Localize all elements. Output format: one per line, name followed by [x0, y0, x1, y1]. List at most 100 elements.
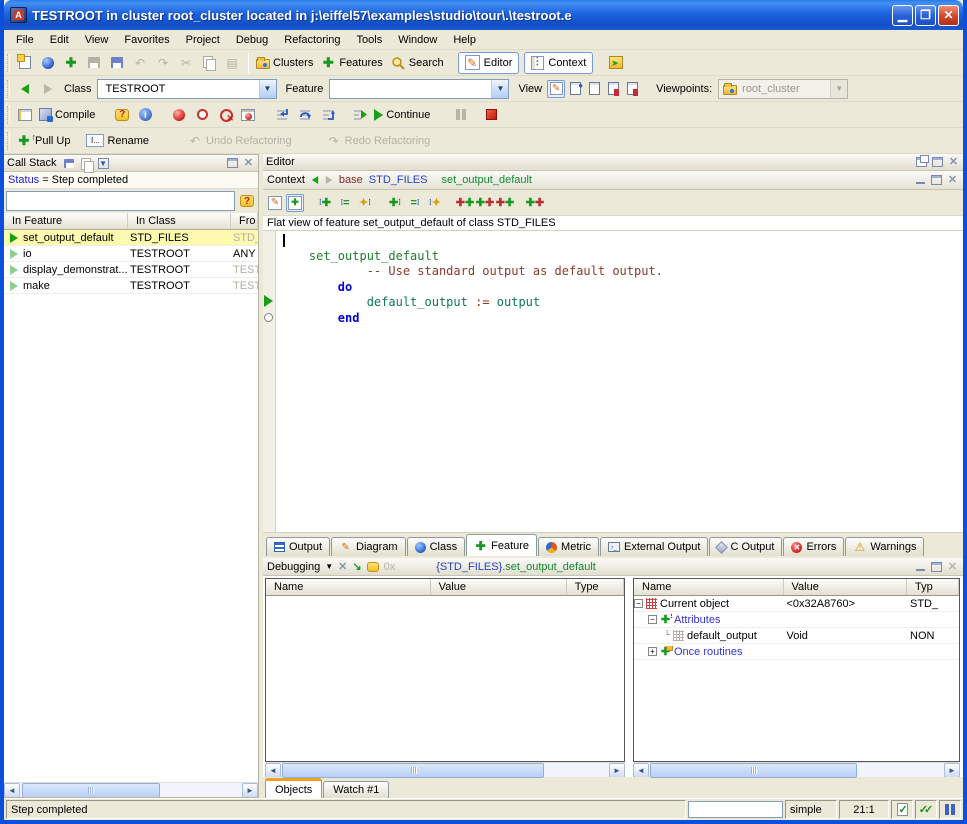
- add-feature-button[interactable]: ✚⁞: [386, 194, 404, 212]
- status-check-button[interactable]: [891, 800, 913, 819]
- code-area[interactable]: set_output_default -- Use standard outpu…: [263, 231, 963, 533]
- code-line[interactable]: -- Use standard output as default output…: [280, 264, 963, 280]
- undo-refactoring-button[interactable]: ↶ Undo Refactoring: [185, 130, 296, 152]
- menu-help[interactable]: Help: [445, 32, 484, 48]
- editor-toggle-button[interactable]: ✎ Editor: [458, 52, 520, 74]
- editor-close-button[interactable]: ✕: [947, 156, 960, 169]
- scroll-track[interactable]: [20, 783, 242, 797]
- open-outputs-button[interactable]: [14, 104, 36, 126]
- editor-maximize-button[interactable]: [931, 156, 944, 169]
- scroll-left-icon[interactable]: ◄: [633, 763, 649, 778]
- toolbar-gripper[interactable]: [7, 106, 10, 124]
- show-assigners-button[interactable]: ⁞✚: [316, 194, 334, 212]
- callstack-column-1[interactable]: In Class: [128, 213, 231, 229]
- debugging-jump-icon[interactable]: ↘: [352, 560, 361, 573]
- execution-point-icon[interactable]: [264, 295, 273, 307]
- copy-button[interactable]: [198, 52, 220, 74]
- call-stack-dropdown-button[interactable]: ▼: [97, 157, 110, 170]
- view-editor-button[interactable]: ✎: [547, 80, 565, 98]
- menu-file[interactable]: File: [8, 32, 42, 48]
- breadcrumb-class[interactable]: STD_FILES: [369, 174, 428, 186]
- breakpoint-slot-icon[interactable]: [264, 313, 273, 322]
- menu-edit[interactable]: Edit: [42, 32, 77, 48]
- view-ribbon1-button[interactable]: [604, 80, 622, 98]
- debugging-dropdown-icon[interactable]: ▼: [325, 562, 333, 571]
- code-text[interactable]: set_output_default -- Use standard outpu…: [276, 231, 963, 532]
- maximize-button[interactable]: ❐: [915, 5, 936, 26]
- menu-debug[interactable]: Debug: [228, 32, 276, 48]
- tab-watch-1[interactable]: Watch #1: [323, 781, 389, 798]
- descendants-button[interactable]: ✚✚: [476, 194, 494, 212]
- scroll-thumb[interactable]: [282, 763, 544, 778]
- stack-filter-input[interactable]: [6, 191, 235, 211]
- code-line[interactable]: do: [280, 280, 963, 296]
- callstack-row[interactable]: set_output_defaultSTD_FILESSTD_: [4, 230, 258, 246]
- call-stack-close-button[interactable]: ✕: [242, 157, 255, 170]
- debugging-close-tool-icon[interactable]: ✕: [338, 562, 347, 572]
- save-button[interactable]: [83, 52, 105, 74]
- debug-column-value[interactable]: Value: [784, 579, 908, 595]
- viewpoints-combobox[interactable]: root_cluster ▼: [718, 79, 848, 99]
- editor-header[interactable]: Editor ✕: [263, 154, 963, 171]
- editor-gutter[interactable]: [263, 231, 276, 532]
- callstack-column-0[interactable]: In Feature: [4, 213, 128, 229]
- scroll-thumb[interactable]: [650, 763, 857, 778]
- back-button[interactable]: [14, 78, 36, 100]
- cut-button[interactable]: ✂: [175, 52, 197, 74]
- new-button[interactable]: [14, 52, 36, 74]
- compile-help-button[interactable]: ?: [111, 104, 133, 126]
- context-back-icon[interactable]: [312, 176, 318, 184]
- info-button[interactable]: i: [134, 104, 156, 126]
- minus-expander-icon[interactable]: −: [648, 615, 657, 624]
- code-line[interactable]: end: [280, 311, 963, 327]
- menu-project[interactable]: Project: [178, 32, 228, 48]
- suppliers-button[interactable]: ✚✚: [526, 194, 544, 212]
- menu-window[interactable]: Window: [390, 32, 445, 48]
- tokens-view-button[interactable]: ⁞✦: [426, 194, 444, 212]
- scroll-thumb[interactable]: [22, 783, 160, 797]
- scroll-right-icon[interactable]: ►: [609, 763, 625, 778]
- object-tree-row[interactable]: └default_outputVoidNON: [634, 628, 959, 644]
- callstack-row[interactable]: ioTESTROOTANY: [4, 246, 258, 262]
- scroll-track[interactable]: [281, 763, 609, 777]
- tab-output[interactable]: Output: [266, 537, 330, 556]
- context-close-button[interactable]: ✕: [946, 174, 959, 187]
- callstack-column-2[interactable]: Fro: [231, 213, 258, 229]
- pause-button[interactable]: [450, 104, 472, 126]
- equals-view-button[interactable]: =⁞: [406, 194, 424, 212]
- tab-diagram[interactable]: ✎Diagram: [331, 537, 406, 556]
- status-pause-button[interactable]: [939, 800, 961, 819]
- context-maximize-button[interactable]: [930, 174, 943, 187]
- debug-column-typ[interactable]: Typ: [907, 579, 959, 595]
- breadcrumb-cluster[interactable]: base: [339, 174, 363, 186]
- editor-float-button[interactable]: [915, 156, 928, 169]
- basic-view-button[interactable]: ✎: [266, 194, 284, 212]
- callstack-row[interactable]: display_demonstrat...TESTROOTTEST: [4, 262, 258, 278]
- tab-class[interactable]: Class: [407, 537, 466, 556]
- step-out-button[interactable]: [317, 104, 339, 126]
- objects-table-hscrollbar[interactable]: ◄ ►: [633, 762, 960, 777]
- redo-refactoring-button[interactable]: ↷ Redo Refactoring: [324, 130, 435, 152]
- context-toggle-button[interactable]: Context: [524, 52, 593, 74]
- context-minimize-button[interactable]: [914, 174, 927, 187]
- continue-button[interactable]: Continue: [372, 104, 434, 126]
- menu-view[interactable]: View: [77, 32, 117, 48]
- menu-favorites[interactable]: Favorites: [116, 32, 177, 48]
- show-clickable-button[interactable]: ✦⁞: [356, 194, 374, 212]
- toolbar-gripper[interactable]: [7, 132, 10, 150]
- scroll-left-icon[interactable]: ◄: [4, 783, 20, 797]
- object-tree-row[interactable]: −Attributes: [634, 612, 959, 628]
- clients-button[interactable]: ✚✚: [496, 194, 514, 212]
- compile-button[interactable]: Compile: [37, 104, 99, 126]
- stack-help-button[interactable]: ?: [238, 195, 256, 208]
- tab-metric[interactable]: Metric: [538, 537, 599, 556]
- class-combo-arrow-icon[interactable]: ▼: [259, 80, 276, 98]
- enable-breakpoints-button[interactable]: [168, 104, 190, 126]
- tab-feature[interactable]: ✚Feature: [466, 534, 537, 556]
- melt-button[interactable]: [605, 52, 627, 74]
- callstack-row[interactable]: makeTESTROOTTEST: [4, 278, 258, 294]
- search-button[interactable]: Search: [388, 52, 448, 74]
- debugging-minimize-button[interactable]: [914, 560, 927, 573]
- tab-external-output[interactable]: ›_External Output: [600, 537, 708, 556]
- debugging-header[interactable]: Debugging ▼ ✕ ↘ 0x {STD_FILES}.set_outpu…: [263, 558, 963, 576]
